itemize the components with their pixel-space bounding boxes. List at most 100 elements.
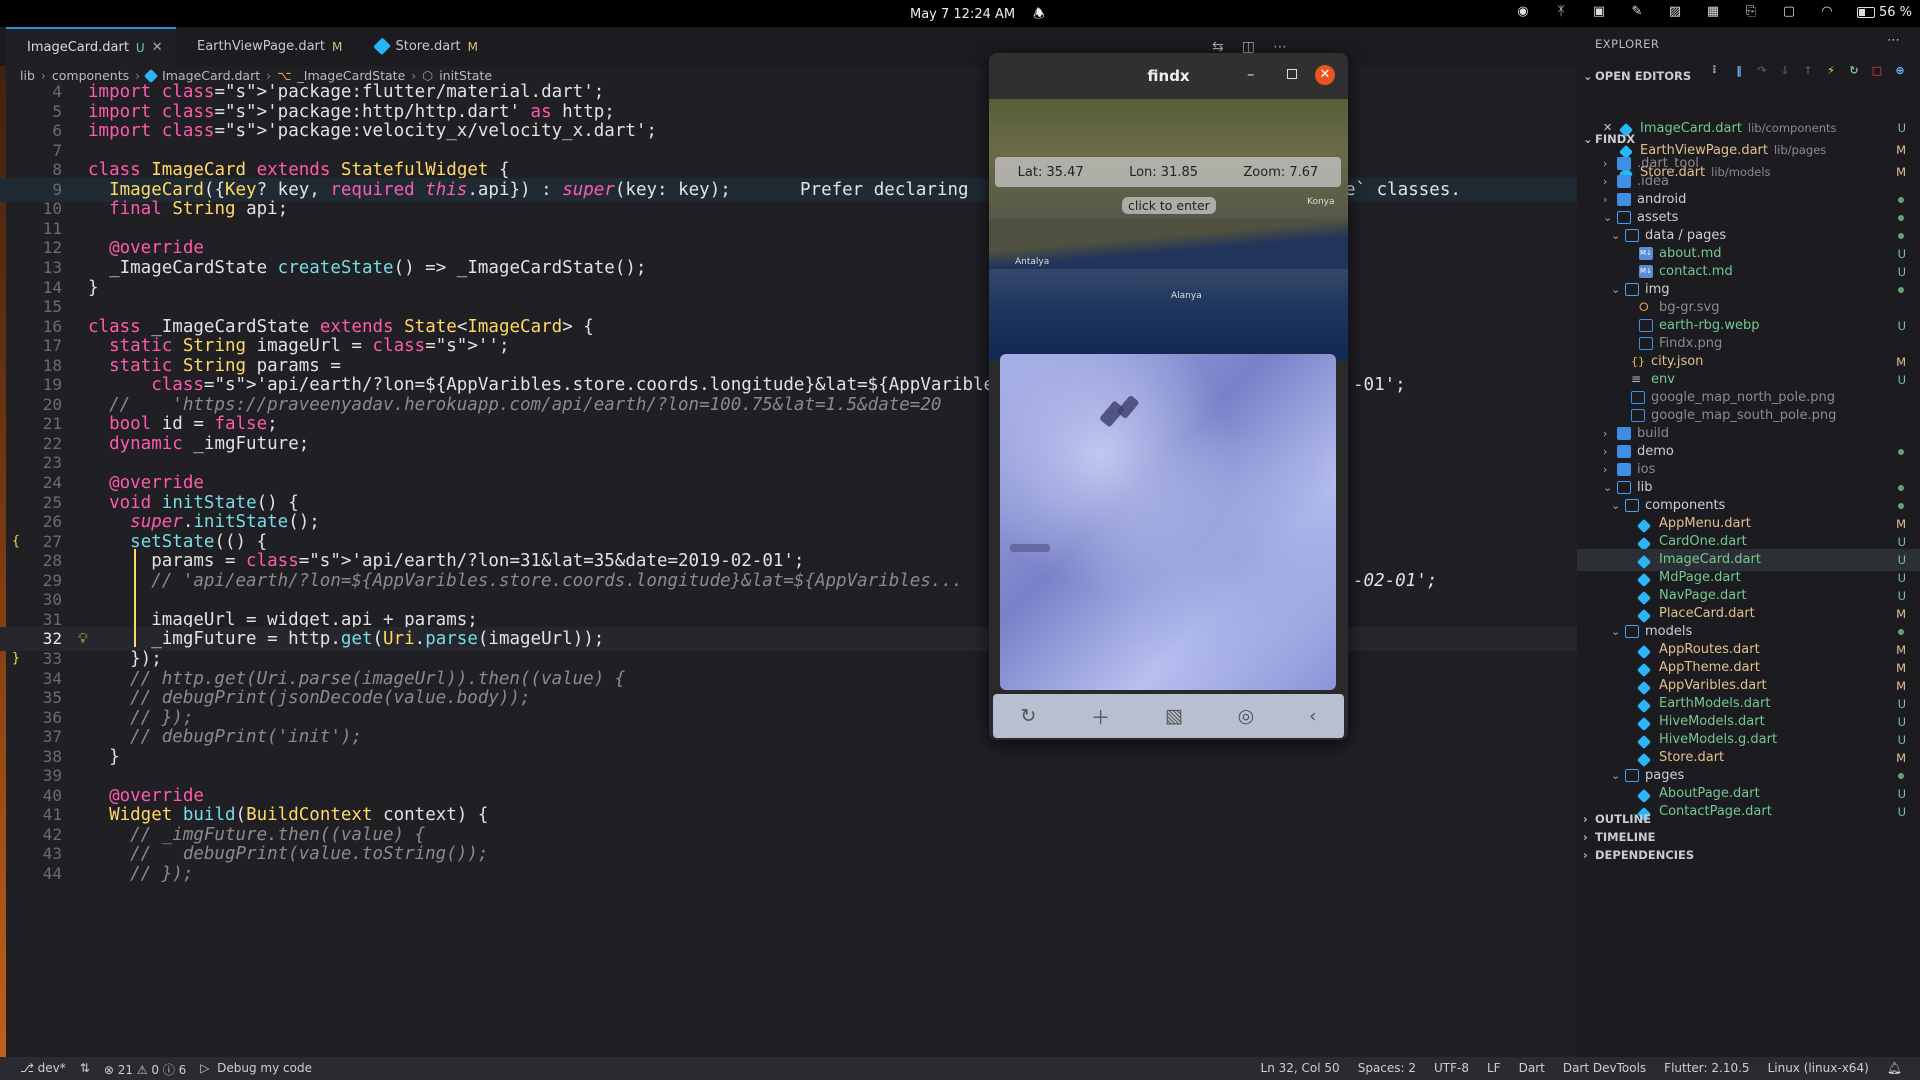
system-clock[interactable]: May 7 12:24 AM 🕭 [910, 5, 1045, 27]
tab-status: U [135, 40, 145, 55]
step-into-icon[interactable]: ↓ [1779, 65, 1791, 77]
map-label: Antalya [1015, 257, 1050, 267]
modified-dot-icon [1898, 233, 1904, 239]
image-file-icon [1639, 337, 1653, 350]
section-label: OPEN EDITORS [1595, 69, 1692, 83]
image-icon[interactable]: ▧ [1165, 705, 1183, 727]
dart-file-icon [1636, 571, 1653, 588]
indicator-app-icon[interactable]: ◉ [1515, 4, 1531, 20]
restart-icon[interactable]: ↻ [1848, 65, 1860, 77]
debug-config[interactable]: ▷ Debug my code [200, 1061, 312, 1078]
stop-icon[interactable]: □ [1871, 65, 1883, 77]
sync-icon[interactable]: ⇅ [80, 1061, 90, 1078]
close-tab-icon[interactable]: ✕ [152, 40, 163, 55]
dart-file-icon [1636, 751, 1653, 768]
markdown-file-icon: M↓ [1639, 247, 1653, 260]
dart-devtools[interactable]: Dart DevTools [1563, 1061, 1646, 1075]
modified-dot-icon [1898, 485, 1904, 491]
click-to-enter-hint[interactable]: click to enter [1122, 197, 1216, 214]
discord-icon[interactable]: ▣ [1591, 4, 1607, 20]
clipboard-icon[interactable]: ⎘ [1743, 4, 1759, 20]
notifications-bell-icon[interactable]: 🔔︎ [1887, 1061, 1902, 1075]
target-device[interactable]: Linux (linux-x64) [1768, 1061, 1869, 1075]
findx-app-window: findx – ✕ Antalya Alanya Konya Lat: 35.4… [989, 53, 1348, 740]
dart-file-icon [1636, 697, 1653, 714]
debug-toolbar: ⠇ ‖ ↷ ↓ ↑ ⚡ ↻ □ ⊕ [1710, 65, 1906, 77]
more-actions-icon[interactable]: ⋯ [1887, 33, 1900, 48]
tab-status: M [331, 39, 343, 54]
refresh-icon[interactable]: ↻ [1020, 705, 1036, 727]
back-icon[interactable]: ‹ [1309, 705, 1317, 727]
window-tiling-icon[interactable]: ▦ [1705, 4, 1721, 20]
system-tray: ◉ ᛡ ▣ ✎ ▨ ▦ ⎘ ▢ ◠ 56 % [1515, 4, 1912, 20]
modified-dot-icon [1898, 215, 1904, 221]
tab-imagecard[interactable]: ImageCard.dart U ✕ [6, 27, 176, 66]
my-location-icon[interactable]: ◎ [1238, 705, 1255, 727]
problems-indicator[interactable]: ⊗ 21 ⚠ 0 ⓘ 6 [104, 1061, 186, 1078]
bluetooth-icon[interactable]: ᛡ [1553, 4, 1569, 20]
folder-icon [1617, 193, 1631, 206]
dart-file-icon [1636, 535, 1653, 552]
window-titlebar[interactable]: findx – ✕ [989, 53, 1348, 99]
folder-icon [1625, 769, 1639, 782]
line-number: 44 [42, 864, 62, 883]
map-view[interactable]: Antalya Alanya Konya [989, 99, 1348, 361]
image-file-icon [1631, 391, 1645, 404]
section-label: OUTLINE [1595, 812, 1652, 826]
language-mode[interactable]: Dart [1519, 1061, 1545, 1075]
image-file-icon [1631, 409, 1645, 422]
latitude-label: Lat: 35.47 [1017, 164, 1084, 180]
dart-file-icon [1636, 589, 1653, 606]
image-file-icon [1639, 319, 1653, 332]
maximize-button[interactable] [1287, 69, 1297, 79]
dart-file-icon [1636, 517, 1653, 534]
close-button[interactable]: ✕ [1315, 65, 1335, 85]
wifi-icon[interactable]: ◠ [1819, 4, 1835, 20]
chevron-down-icon: ⌄ [1583, 69, 1593, 83]
json-file-icon: {} [1631, 355, 1645, 368]
open-editors-header[interactable]: ⌄ OPEN EDITORS ⠇ ‖ ↷ ↓ ↑ ⚡ ↻ □ ⊕ [1577, 65, 1920, 87]
minimize-button[interactable]: – [1247, 65, 1255, 83]
dart-file-icon [1636, 679, 1653, 696]
warning-count: 0 [151, 1063, 160, 1077]
tab-store[interactable]: Store.dart M [362, 27, 492, 66]
section-label: TIMELINE [1595, 830, 1656, 844]
drag-handle-icon[interactable]: ⠇ [1710, 65, 1722, 77]
dart-file-icon [1636, 715, 1653, 732]
explorer-title: EXPLORER [1595, 37, 1660, 51]
indentation[interactable]: Spaces: 2 [1358, 1061, 1416, 1075]
folder-icon [1617, 481, 1631, 494]
flutter-version[interactable]: Flutter: 2.10.5 [1664, 1061, 1749, 1075]
pause-icon[interactable]: ‖ [1733, 65, 1745, 77]
branch-indicator[interactable]: ⎇ dev* [20, 1061, 66, 1078]
modified-dot-icon [1898, 503, 1904, 509]
battery-percent: 56 % [1878, 4, 1912, 20]
add-icon[interactable]: ＋ [1091, 703, 1110, 730]
code-line[interactable]: 44 // }); [0, 862, 1577, 886]
project-header[interactable]: ⌄ FINDX [1577, 128, 1920, 150]
color-picker-icon[interactable]: ✎ [1629, 4, 1645, 20]
modified-dot-icon [1898, 197, 1904, 203]
hot-reload-icon[interactable]: ⚡ [1825, 65, 1837, 77]
folder-icon [1617, 157, 1631, 170]
line-ending[interactable]: LF [1487, 1061, 1501, 1075]
battery-indicator[interactable]: 56 % [1856, 4, 1912, 20]
explorer-sidebar: EXPLORER ⋯ ⌄ OPEN EDITORS ⠇ ‖ ↷ ↓ ↑ ⚡ ↻ □… [1577, 27, 1920, 1060]
generic-file-icon: ≡ [1631, 372, 1642, 386]
screenshot-icon[interactable]: ▨ [1667, 4, 1683, 20]
step-over-icon[interactable]: ↷ [1756, 65, 1768, 77]
folder-icon [1617, 463, 1631, 476]
dependencies-header[interactable]: › DEPENDENCIES [1577, 844, 1920, 866]
modified-dot-icon [1898, 449, 1904, 455]
folder-icon [1617, 445, 1631, 458]
folder-icon [1617, 175, 1631, 188]
step-out-icon[interactable]: ↑ [1802, 65, 1814, 77]
tab-earthviewpage[interactable]: EarthViewPage.dart M [176, 27, 346, 66]
status-bar: ⎇ dev* ⇅ ⊗ 21 ⚠ 0 ⓘ 6 ▷ Debug my code Ln… [0, 1057, 1920, 1080]
error-count: 21 [117, 1063, 133, 1077]
inspect-icon[interactable]: ⊕ [1894, 65, 1906, 77]
encoding[interactable]: UTF-8 [1434, 1061, 1469, 1075]
chevron-down-icon: ⌄ [1583, 132, 1593, 146]
cursor-position[interactable]: Ln 32, Col 50 [1261, 1061, 1340, 1075]
display-icon[interactable]: ▢ [1781, 4, 1797, 20]
